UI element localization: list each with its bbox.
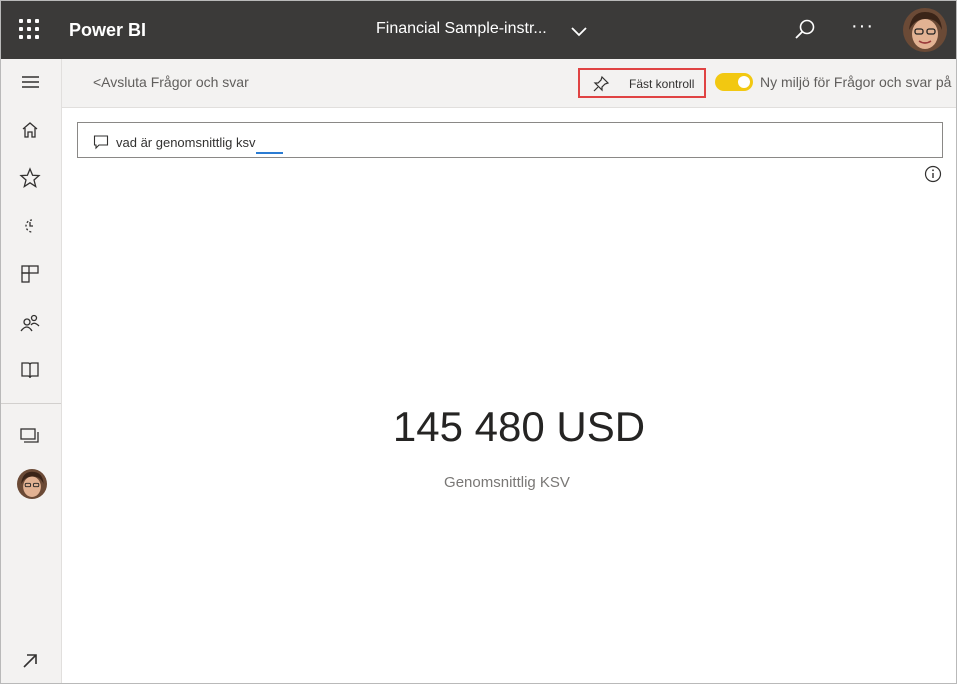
app-window: Power BI Financial Sample-instr... ··· <… — [0, 0, 957, 684]
top-header: Power BI Financial Sample-instr... ··· — [1, 1, 956, 59]
result-card-label: Genomsnittlig KSV — [444, 474, 570, 491]
qna-action-bar: <Avsluta Frågor och svar Fäst kontroll N… — [62, 59, 956, 108]
menu-icon[interactable] — [18, 71, 42, 95]
spellcheck-underline — [256, 152, 283, 154]
info-icon[interactable] — [924, 165, 942, 183]
pin-icon — [593, 75, 610, 92]
chat-icon — [93, 135, 109, 150]
user-avatar[interactable] — [903, 8, 947, 52]
shared-with-me-icon[interactable] — [18, 311, 42, 335]
search-icon[interactable] — [793, 18, 817, 42]
learn-icon[interactable] — [18, 358, 42, 382]
result-card-value: 145 480 USD — [392, 403, 646, 450]
new-experience-toggle[interactable] — [715, 73, 753, 91]
apps-icon[interactable] — [18, 262, 42, 286]
recent-icon[interactable] — [18, 214, 42, 238]
exit-qna-link[interactable]: <Avsluta Frågor och svar — [93, 74, 249, 90]
more-options-icon[interactable]: ··· — [851, 16, 873, 39]
home-icon[interactable] — [18, 118, 42, 142]
brand-title[interactable]: Power BI — [69, 20, 146, 41]
qna-question-input[interactable]: vad är genomsnittlig ksv — [77, 122, 943, 158]
expand-icon[interactable] — [18, 649, 42, 673]
toggle-knob — [738, 76, 750, 88]
star-icon[interactable] — [18, 166, 42, 190]
pin-visual-button[interactable]: Fäst kontroll — [578, 68, 706, 98]
question-text: vad är genomsnittlig ksv — [116, 135, 256, 150]
chevron-down-icon[interactable] — [569, 21, 589, 41]
left-nav-rail — [1, 59, 62, 683]
app-launcher-icon[interactable] — [19, 19, 41, 41]
new-experience-label: Ny miljö för Frågor och svar på — [760, 74, 952, 90]
pin-visual-label: Fäst kontroll — [629, 77, 695, 91]
report-title[interactable]: Financial Sample-instr... — [376, 20, 547, 38]
